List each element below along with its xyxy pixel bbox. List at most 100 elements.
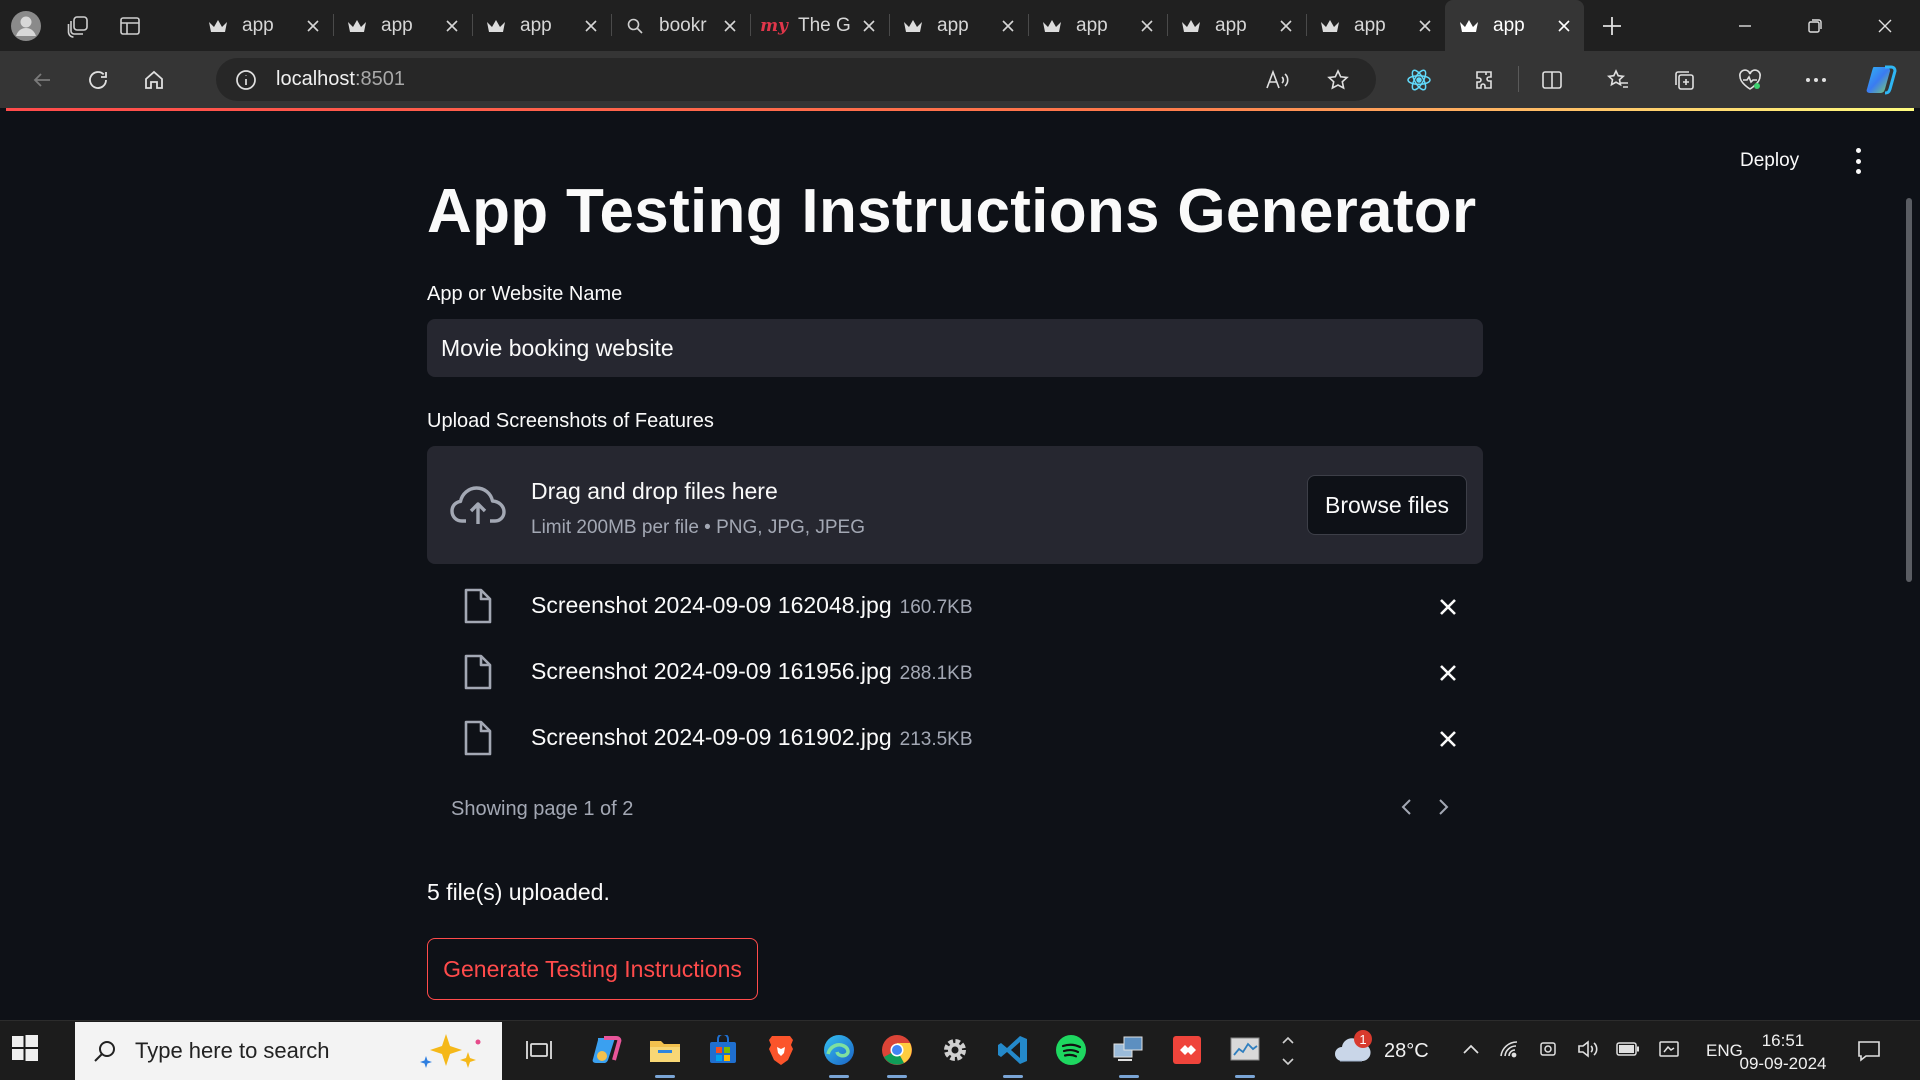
show-hidden-icons-icon[interactable] [1462, 1042, 1480, 1060]
previous-page-icon[interactable] [1397, 796, 1417, 824]
file-icon [463, 653, 493, 696]
close-tab-icon[interactable] [1554, 16, 1574, 36]
browser-essentials-icon[interactable] [1717, 51, 1783, 108]
browser-tab[interactable]: my The G [750, 0, 889, 51]
close-tab-icon[interactable] [1415, 16, 1435, 36]
browser-tab[interactable]: bookr [611, 0, 750, 51]
close-tab-icon[interactable] [581, 16, 601, 36]
taskbar-search-box[interactable]: Type here to search [75, 1022, 502, 1080]
generate-instructions-button[interactable]: Generate Testing Instructions [427, 938, 758, 1000]
copilot-taskbar-icon[interactable] [578, 1021, 636, 1079]
split-screen-icon[interactable] [1519, 51, 1585, 108]
tab-title: The G [798, 14, 851, 36]
collections-icon[interactable] [1651, 51, 1717, 108]
file-icon [463, 587, 493, 630]
address-bar[interactable]: localhost:8501 [216, 58, 1376, 101]
new-tab-icon[interactable] [1584, 0, 1640, 51]
react-devtools-icon[interactable] [1386, 51, 1452, 108]
browser-tab[interactable]: app [333, 0, 472, 51]
browser-tab[interactable]: app [1306, 0, 1445, 51]
streamlit-crown-icon [486, 16, 506, 36]
deploy-button[interactable]: Deploy [1740, 150, 1799, 172]
app-name-label: App or Website Name [427, 283, 623, 305]
browser-tab-active[interactable]: app [1445, 0, 1584, 51]
chrome-browser-icon[interactable] [868, 1021, 926, 1079]
delete-file-icon[interactable] [1435, 660, 1461, 686]
browser-tab[interactable]: app [889, 0, 1028, 51]
pagination-text: Showing page 1 of 2 [451, 798, 634, 820]
close-tab-icon[interactable] [998, 16, 1018, 36]
task-manager-icon[interactable] [1216, 1021, 1274, 1079]
browser-tab[interactable]: app [472, 0, 611, 51]
browse-files-button[interactable]: Browse files [1307, 475, 1467, 535]
file-explorer-icon[interactable] [636, 1021, 694, 1079]
anydesk-icon[interactable] [1158, 1021, 1216, 1079]
app-name-input[interactable]: Movie booking website [427, 319, 1483, 377]
browser-tab[interactable]: app [1028, 0, 1167, 51]
weather-widget[interactable]: 1 28°C [1332, 1021, 1429, 1080]
site-info-icon[interactable] [216, 68, 276, 92]
meet-now-icon[interactable] [1538, 1039, 1558, 1064]
file-dropzone[interactable]: Drag and drop files here Limit 200MB per… [427, 446, 1483, 564]
tab-title: app [242, 14, 274, 36]
settings-gear-icon[interactable] [926, 1021, 984, 1079]
delete-file-icon[interactable] [1435, 726, 1461, 752]
favorites-icon[interactable] [1585, 51, 1651, 108]
microsoft-store-icon[interactable] [694, 1021, 752, 1079]
network-app-icon[interactable] [1100, 1021, 1158, 1079]
restore-icon[interactable] [1780, 0, 1850, 51]
close-tab-icon[interactable] [442, 16, 462, 36]
streamlit-crown-icon [208, 16, 228, 36]
system-clock[interactable]: 16:51 09-09-2024 [1737, 1029, 1829, 1075]
upload-label: Upload Screenshots of Features [427, 410, 714, 432]
spotify-icon[interactable] [1042, 1021, 1100, 1079]
battery-icon[interactable] [1616, 1041, 1640, 1061]
back-arrow-icon[interactable] [14, 51, 70, 108]
browser-tab[interactable]: app [194, 0, 333, 51]
tab-title: app [520, 14, 552, 36]
system-tray: ENG [1462, 1021, 1743, 1080]
url-text[interactable]: localhost:8501 [276, 68, 405, 91]
browser-tab[interactable]: app [1167, 0, 1306, 51]
address-bar-actions [1248, 58, 1368, 101]
tab-actions-icon[interactable] [104, 0, 156, 51]
read-aloud-icon[interactable] [1248, 58, 1308, 101]
copilot-icon[interactable] [1849, 51, 1915, 108]
close-tab-icon[interactable] [720, 16, 740, 36]
favorite-star-icon[interactable] [1308, 58, 1368, 101]
running-indicator [1119, 1075, 1139, 1078]
streamlit-crown-icon [903, 16, 923, 36]
weather-badge: 1 [1354, 1030, 1372, 1048]
app-name-value: Movie booking website [441, 334, 674, 361]
wifi-icon[interactable] [1498, 1039, 1520, 1064]
page-scrollbar[interactable] [1906, 198, 1912, 582]
close-tab-icon[interactable] [303, 16, 323, 36]
minimize-icon[interactable] [1710, 0, 1780, 51]
windows-start-icon[interactable] [12, 1035, 38, 1066]
extensions-icon[interactable] [1452, 51, 1518, 108]
close-window-icon[interactable] [1850, 0, 1920, 51]
profile-avatar-icon[interactable] [0, 0, 52, 51]
edge-browser-icon[interactable] [810, 1021, 868, 1079]
brave-browser-icon[interactable] [752, 1021, 810, 1079]
next-page-icon[interactable] [1433, 796, 1453, 824]
browser-tab-strip: app app app bookr my The G app app app a… [0, 0, 1920, 51]
volume-icon[interactable] [1576, 1039, 1598, 1064]
window-controls [1710, 0, 1920, 51]
delete-file-icon[interactable] [1435, 594, 1461, 620]
main-menu-icon[interactable] [1848, 148, 1868, 174]
scroll-taskbar-arrows[interactable] [1278, 1021, 1298, 1080]
close-tab-icon[interactable] [1276, 16, 1296, 36]
task-view-icon[interactable] [510, 1021, 568, 1079]
screen-capture-icon[interactable] [1658, 1039, 1680, 1064]
vscode-icon[interactable] [984, 1021, 1042, 1079]
tab-title: app [1076, 14, 1108, 36]
notifications-icon[interactable] [1856, 1021, 1882, 1080]
close-tab-icon[interactable] [859, 16, 879, 36]
settings-more-icon[interactable] [1783, 51, 1849, 108]
close-tab-icon[interactable] [1137, 16, 1157, 36]
home-icon[interactable] [126, 51, 182, 108]
workspaces-icon[interactable] [52, 0, 104, 51]
windows-taskbar: Type here to search 1 28°C ENG 16:51 09-… [0, 1020, 1920, 1080]
refresh-icon[interactable] [70, 51, 126, 108]
